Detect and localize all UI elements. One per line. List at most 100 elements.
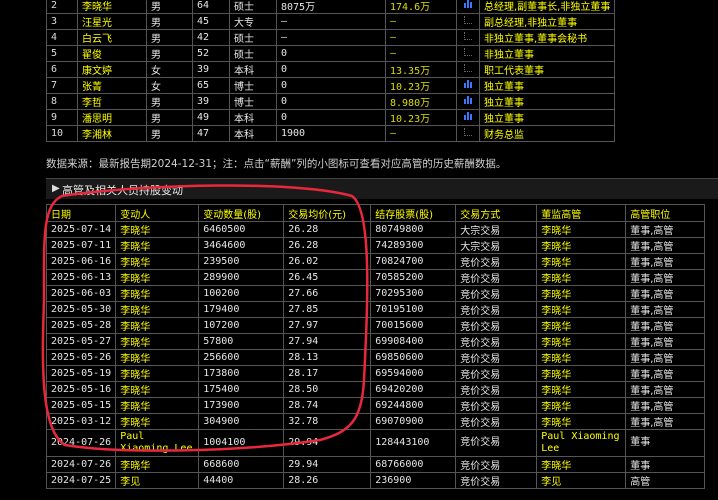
trade-date: 2025-07-14 [45,221,117,238]
row-number: 2 [46,0,78,14]
trade-held: 236900 [370,472,457,489]
trade-date: 2024-07-26 [45,456,117,473]
trade-exec[interactable]: 李晓华 [536,221,627,238]
trade-exec[interactable]: 李见 [536,472,627,489]
trade-person[interactable]: 李晓华 [115,413,200,430]
trade-exec[interactable]: 李晓华 [536,301,627,318]
trade-qty: 179400 [198,301,285,318]
bar-chart-icon[interactable] [463,96,473,104]
trade-price: 28.13 [283,349,372,366]
salary: — [385,125,457,142]
trade-person[interactable]: 李晓华 [115,237,200,254]
executive-row: 7 张菁女 65 博士 0 10.23万 独立董事 [46,77,616,94]
trade-role: 董事,高管 [625,365,706,382]
trade-person[interactable]: Paul Xiaoming Lee [115,429,200,457]
trade-person[interactable]: 李见 [115,472,200,489]
header-method[interactable]: 交易方式 [455,204,538,222]
trade-exec[interactable]: 李晓华 [536,365,627,382]
trade-role: 董事,高管 [625,237,706,254]
trade-exec[interactable]: 李晓华 [536,237,627,254]
trade-date: 2024-07-25 [45,472,117,489]
bar-chart-icon[interactable] [463,112,473,120]
trade-exec[interactable]: 李晓华 [536,253,627,270]
trade-date: 2025-05-28 [45,317,117,334]
bar-chart-icon[interactable] [463,80,473,88]
header-role[interactable]: 高管职位 [625,204,706,222]
trade-held: 69420200 [370,381,457,398]
trade-exec[interactable]: 李晓华 [536,413,627,430]
executive-name[interactable]: 李湘林 [77,125,147,142]
trade-person[interactable]: 李晓华 [115,365,200,382]
header-price[interactable]: 交易均价(元) [283,204,372,222]
trade-role: 董事,高管 [625,317,706,334]
executive-position: 独立董事 [478,77,616,94]
trade-exec[interactable]: 李晓华 [536,285,627,302]
trade-exec[interactable]: 李晓华 [536,349,627,366]
trade-person[interactable]: 李晓华 [115,397,200,414]
trade-person[interactable]: 李晓华 [115,221,200,238]
trade-qty: 668600 [198,456,285,473]
trade-exec[interactable]: 李晓华 [536,397,627,414]
trade-exec[interactable]: Paul Xiaoming Lee [536,429,627,457]
section-header[interactable]: ▶ 高管及相关人员持股变动 [46,178,718,199]
trade-exec[interactable]: 李晓华 [536,456,627,473]
header-date[interactable]: 日期 [45,204,117,222]
trade-role: 董事,高管 [625,221,706,238]
executive-name[interactable]: 康文婷 [77,61,147,78]
trade-row: 2025-07-11 李晓华 3464600 26.28 74289300 大宗交易 李晓华… [45,237,706,254]
trade-person[interactable]: 李晓华 [115,456,200,473]
header-exec[interactable]: 董监高管 [536,204,627,222]
trade-qty: 100200 [198,285,285,302]
trade-row: 2025-06-16 李晓华 239500 26.02 70824700 竞价交易 李晓华董… [45,253,706,270]
salary-chart-cell [456,61,480,78]
trade-person[interactable]: 李晓华 [115,253,200,270]
trade-exec[interactable]: 李晓华 [536,333,627,350]
header-held[interactable]: 结存股票(股) [370,204,457,222]
executive-name[interactable]: 翟俊 [77,45,147,62]
trade-row: 2024-07-26 李晓华 668600 29.94 68766000 竞价交易 李晓华董… [45,456,706,473]
bar-chart-icon[interactable] [463,0,473,8]
executive-name[interactable]: 李晓华 [77,0,147,14]
row-number: 5 [46,45,78,62]
trade-held: 69908400 [370,333,457,350]
trade-price: 28.17 [283,365,372,382]
salary-chart-cell[interactable] [456,109,480,126]
executive-position: 副总经理,非独立董事 [478,13,616,30]
trade-qty: 304900 [198,413,285,430]
trade-method: 竞价交易 [455,413,538,430]
executive-name[interactable]: 汪星光 [77,13,147,30]
trade-person[interactable]: 李晓华 [115,269,200,286]
trade-price: 26.02 [283,253,372,270]
trade-person[interactable]: 李晓华 [115,301,200,318]
trade-exec[interactable]: 李晓华 [536,269,627,286]
trade-role: 董事 [625,429,706,457]
trade-row: 2025-06-13 李晓华 289900 26.45 70585200 竞价交易 李晓华董… [45,269,706,286]
sex: 男 [146,0,193,14]
salary-chart-cell[interactable] [456,77,480,94]
trade-person[interactable]: 李晓华 [115,333,200,350]
trade-date: 2025-05-15 [45,397,117,414]
salary: — [385,13,457,30]
education: 硕士 [229,0,277,14]
trade-date: 2025-03-12 [45,413,117,430]
executive-name[interactable]: 张菁 [77,77,147,94]
trade-exec[interactable]: 李晓华 [536,317,627,334]
trade-method: 竞价交易 [455,269,538,286]
executive-name[interactable]: 李哲 [77,93,147,110]
shareholding: — [276,13,386,30]
trade-exec[interactable]: 李晓华 [536,381,627,398]
salary-chart-cell[interactable] [456,0,480,14]
triangle-right-icon[interactable]: ▶ [52,183,60,194]
trade-row: 2025-07-14 李晓华 6460500 26.28 80749800 大宗交易 李晓华… [45,221,706,238]
trade-person[interactable]: 李晓华 [115,285,200,302]
trade-person[interactable]: 李晓华 [115,349,200,366]
header-qty[interactable]: 变动数量(股) [198,204,285,222]
header-person[interactable]: 变动人 [115,204,200,222]
executive-name[interactable]: 潘思明 [77,109,147,126]
executive-name[interactable]: 白云飞 [77,29,147,46]
row-number: 9 [46,109,78,126]
salary-chart-cell[interactable] [456,93,480,110]
trade-held: 70295300 [370,285,457,302]
trade-person[interactable]: 李晓华 [115,317,200,334]
trade-person[interactable]: 李晓华 [115,381,200,398]
